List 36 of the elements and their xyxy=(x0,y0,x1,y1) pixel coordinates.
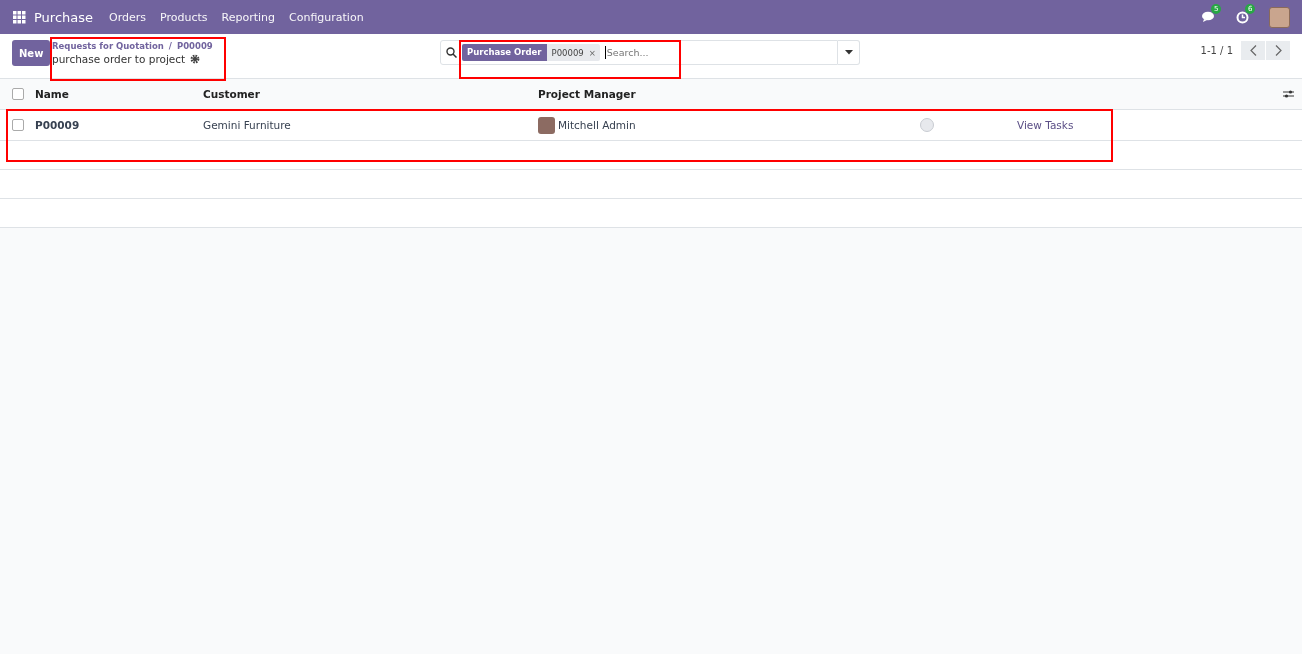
row-checkbox[interactable] xyxy=(12,119,24,131)
search-icon[interactable] xyxy=(446,47,457,58)
breadcrumb-link[interactable]: Requests for Quotation xyxy=(52,41,164,51)
menu-item[interactable]: Configuration xyxy=(289,10,364,24)
column-settings-icon[interactable] xyxy=(1283,89,1294,99)
app-name[interactable]: Purchase xyxy=(34,9,94,25)
column-header[interactable]: Project Manager xyxy=(538,88,894,100)
facet-label: Purchase Order xyxy=(462,44,547,61)
menu-item[interactable]: Reporting xyxy=(221,10,276,24)
pager-value[interactable]: 1-1 / 1 xyxy=(1200,44,1233,56)
apps-grid-icon[interactable] xyxy=(13,10,26,24)
table-cell: Mitchell Admin xyxy=(558,119,636,131)
caret-icon xyxy=(844,50,853,55)
previous-button[interactable] xyxy=(1241,40,1265,60)
remove-facet-icon[interactable]: × xyxy=(588,47,600,58)
table-cell-text: P00009 xyxy=(35,119,81,131)
chevron-left-icon xyxy=(1249,44,1257,56)
column-header[interactable]: Customer xyxy=(203,88,538,100)
table-cell-text: Gemini Furniture xyxy=(203,119,292,131)
page-title: purchase order to project xyxy=(52,53,186,65)
breadcrumb-current[interactable]: P00009 xyxy=(176,41,213,51)
column-header[interactable]: Name xyxy=(35,88,203,100)
clock-icon[interactable] xyxy=(1236,10,1249,24)
new-button[interactable]: New xyxy=(12,40,50,66)
facet-value: P00009 xyxy=(550,47,585,58)
chat-icon[interactable] xyxy=(1202,11,1216,23)
menu-item[interactable]: Orders xyxy=(109,10,147,24)
menu-item[interactable]: Products xyxy=(160,10,208,24)
search-options-button[interactable] xyxy=(838,40,860,65)
user-avatar xyxy=(538,116,555,134)
chevron-right-icon xyxy=(1274,44,1282,56)
view-tasks-link[interactable]: View Tasks xyxy=(1017,118,1074,131)
breadcrumb-separator: / xyxy=(168,41,172,51)
select-all-checkbox[interactable] xyxy=(12,88,24,100)
gear-icon[interactable] xyxy=(190,54,201,64)
next-button[interactable] xyxy=(1266,40,1290,60)
